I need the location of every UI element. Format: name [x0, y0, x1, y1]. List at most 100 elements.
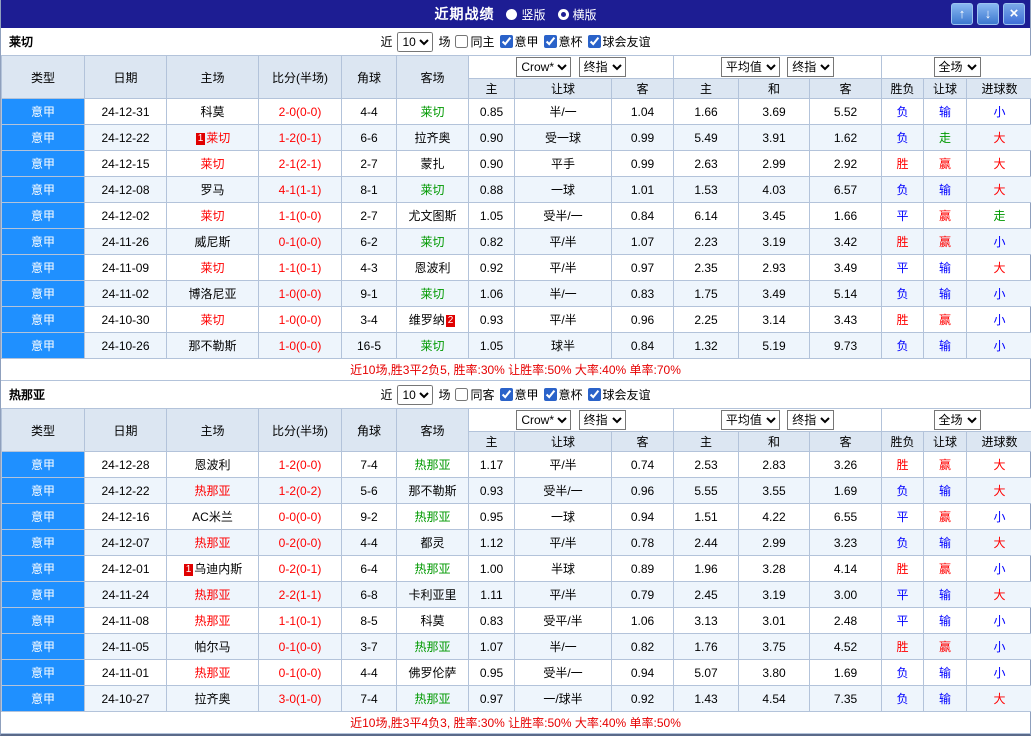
score-cell: 1-1(0-1)	[259, 255, 342, 281]
average-stage-select[interactable]: 终指	[787, 410, 834, 430]
league-checkbox-friendly[interactable]: 球会友谊	[588, 386, 651, 403]
match-count-select[interactable]: 10	[397, 385, 433, 405]
handicap-cell: 受半/一	[515, 660, 612, 686]
filter-row: 热那亚 近 10 场 同客 意甲 意杯 球会友谊	[1, 381, 1030, 408]
away-team-cell: 热那亚	[397, 556, 469, 582]
league-label: 意杯	[559, 386, 583, 403]
date-cell: 24-12-22	[85, 478, 167, 504]
away-odds-cell: 0.97	[612, 255, 674, 281]
average-header-cell: 平均值 终指	[674, 56, 882, 79]
league-cell: 意甲	[2, 125, 85, 151]
average-select[interactable]: 平均值	[721, 410, 780, 430]
fulltime-select[interactable]: 全场	[934, 410, 981, 430]
home-team-cell: 恩波利	[167, 452, 259, 478]
score-cell: 1-0(0-0)	[259, 333, 342, 359]
sub-header-goals: 进球数	[967, 79, 1031, 99]
avg-draw-cell: 2.99	[739, 151, 810, 177]
away-team-cell: 尤文图斯	[397, 203, 469, 229]
home-team-cell: 热那亚	[167, 582, 259, 608]
corner-cell: 6-8	[342, 582, 397, 608]
league-checkbox-coppa[interactable]: 意杯	[544, 33, 583, 50]
home-odds-cell: 0.83	[469, 608, 515, 634]
score-cell: 1-0(0-0)	[259, 281, 342, 307]
outcome-cell: 胜	[882, 634, 924, 660]
outcome-cell: 负	[882, 99, 924, 125]
fulltime-select[interactable]: 全场	[934, 57, 981, 77]
team-name-text: 拉齐奥	[194, 692, 230, 706]
score-cell: 0-1(0-0)	[259, 660, 342, 686]
same-venue-label: 同主	[470, 33, 494, 50]
corner-cell: 6-4	[342, 556, 397, 582]
team-name-text: 科莫	[200, 105, 224, 119]
team-name-text: 热那亚	[414, 692, 450, 706]
goals-result-cell: 小	[967, 556, 1031, 582]
col-header-home: 主场	[167, 409, 259, 452]
avg-draw-cell: 3.49	[739, 281, 810, 307]
layout-radio-horizontal[interactable]: 横版	[558, 6, 597, 23]
match-row: 意甲24-12-011乌迪内斯0-2(0-1)6-4热那亚1.00半球0.891…	[2, 556, 1031, 582]
close-button[interactable]: ×	[1003, 3, 1025, 25]
corner-cell: 9-2	[342, 504, 397, 530]
bookmaker-select[interactable]: Crow*	[516, 57, 571, 77]
handicap-result-cell: 输	[924, 686, 967, 712]
home-team-cell: 罗马	[167, 177, 259, 203]
team-name-text: 都灵	[420, 536, 444, 550]
league-label: 意甲	[515, 33, 539, 50]
team-name-text: 那不勒斯	[408, 484, 456, 498]
outcome-cell: 负	[882, 686, 924, 712]
scroll-down-button[interactable]: ↓	[977, 3, 999, 25]
match-row: 意甲24-11-01热那亚0-1(0-0)4-4佛罗伦萨0.95受半/一0.94…	[2, 660, 1031, 686]
league-checkbox-seriea[interactable]: 意甲	[500, 33, 539, 50]
corner-cell: 4-4	[342, 660, 397, 686]
outcome-cell: 负	[882, 478, 924, 504]
team-name-text: 莱切	[420, 339, 444, 353]
sub-header-outcome: 胜负	[882, 432, 924, 452]
team-name-text: 热那亚	[414, 510, 450, 524]
date-cell: 24-10-26	[85, 333, 167, 359]
radio-vertical-label: 竖版	[521, 6, 545, 23]
team-name-text: 威尼斯	[194, 235, 230, 249]
corner-cell: 4-4	[342, 530, 397, 556]
corner-cell: 7-4	[342, 452, 397, 478]
away-odds-cell: 0.94	[612, 660, 674, 686]
goals-result-cell: 大	[967, 686, 1031, 712]
avg-away-cell: 3.49	[810, 255, 882, 281]
matches-table: 类型 日期 主场 比分(半场) 角球 客场 Crow* 终指 平均值 终指	[1, 55, 1031, 359]
avg-home-cell: 5.55	[674, 478, 739, 504]
goals-result-cell: 小	[967, 307, 1031, 333]
sub-header-home-odds: 主	[469, 79, 515, 99]
avg-away-cell: 1.69	[810, 478, 882, 504]
same-venue-checkbox[interactable]: 同主	[455, 33, 494, 50]
outcome-cell: 胜	[882, 452, 924, 478]
same-venue-checkbox[interactable]: 同客	[455, 386, 494, 403]
league-cell: 意甲	[2, 634, 85, 660]
league-checkbox-seriea[interactable]: 意甲	[500, 386, 539, 403]
match-count-select[interactable]: 10	[397, 32, 433, 52]
league-checkbox-friendly[interactable]: 球会友谊	[588, 33, 651, 50]
match-row: 意甲24-12-07热那亚0-2(0-0)4-4都灵1.12平/半0.782.4…	[2, 530, 1031, 556]
league-checkbox-coppa[interactable]: 意杯	[544, 386, 583, 403]
date-cell: 24-11-01	[85, 660, 167, 686]
match-row: 意甲24-12-31科莫2-0(0-0)4-4莱切0.85半/一1.041.66…	[2, 99, 1031, 125]
score-cell: 0-1(0-0)	[259, 634, 342, 660]
odds-stage-select[interactable]: 终指	[579, 57, 626, 77]
away-team-cell: 维罗纳2	[397, 307, 469, 333]
average-stage-select[interactable]: 终指	[787, 57, 834, 77]
scroll-up-button[interactable]: ↑	[951, 3, 973, 25]
average-select[interactable]: 平均值	[721, 57, 780, 77]
sub-header-handicap-result: 让球	[924, 432, 967, 452]
away-team-cell: 热那亚	[397, 634, 469, 660]
home-team-cell: 热那亚	[167, 478, 259, 504]
bookmaker-select[interactable]: Crow*	[516, 410, 571, 430]
match-row: 意甲24-11-09莱切1-1(0-1)4-3恩波利0.92平/半0.972.3…	[2, 255, 1031, 281]
avg-home-cell: 2.53	[674, 452, 739, 478]
handicap-cell: 一/球半	[515, 686, 612, 712]
league-cell: 意甲	[2, 530, 85, 556]
away-odds-cell: 0.89	[612, 556, 674, 582]
outcome-cell: 平	[882, 203, 924, 229]
odds-stage-select[interactable]: 终指	[579, 410, 626, 430]
avg-away-cell: 6.55	[810, 504, 882, 530]
goals-result-cell: 小	[967, 333, 1031, 359]
league-cell: 意甲	[2, 255, 85, 281]
layout-radio-vertical[interactable]: 竖版	[506, 6, 545, 23]
